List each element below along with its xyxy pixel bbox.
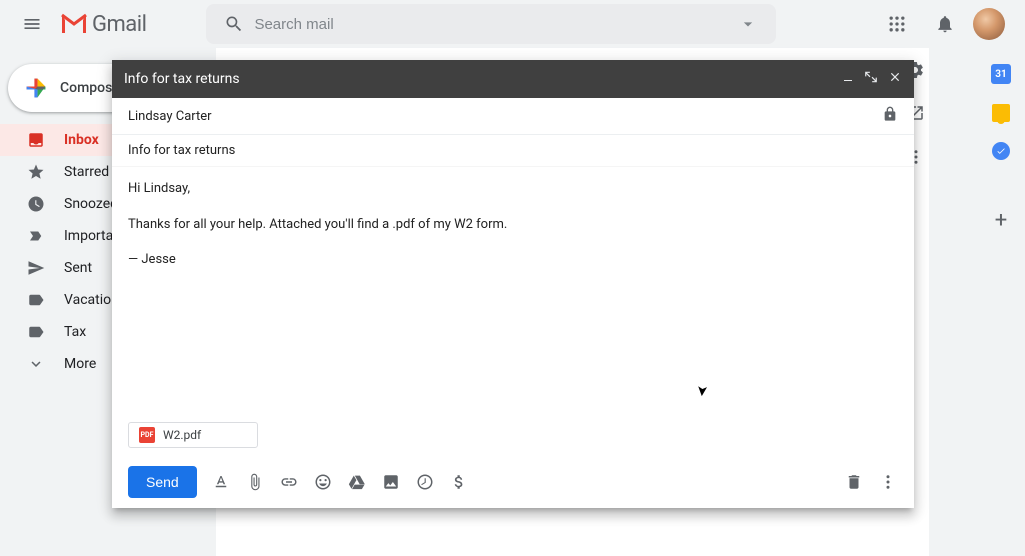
recipients-field[interactable]: Lindsay Carter xyxy=(112,98,914,135)
recipient-name: Lindsay Carter xyxy=(128,109,882,124)
compose-label: Compose xyxy=(60,80,120,96)
compose-toolbar: Send xyxy=(112,456,914,508)
plus-icon xyxy=(20,72,52,104)
side-panel: 31 + xyxy=(977,48,1025,556)
nav-label: Inbox xyxy=(64,132,99,148)
delete-icon[interactable] xyxy=(844,472,864,492)
calendar-addon[interactable]: 31 xyxy=(991,64,1011,84)
body-line: — Jesse xyxy=(128,250,898,270)
attachment-chip[interactable]: PDF W2.pdf xyxy=(128,422,258,448)
minimize-icon[interactable] xyxy=(842,71,854,87)
more-vert-icon[interactable] xyxy=(878,472,898,492)
compose-dialog: Info for tax returns Lindsay Carter Info… xyxy=(112,60,914,508)
account-avatar[interactable] xyxy=(973,8,1005,40)
nav-label: Vacation xyxy=(64,292,119,308)
subject-text: Info for tax returns xyxy=(128,143,235,158)
keep-addon[interactable] xyxy=(992,104,1010,122)
image-icon[interactable] xyxy=(381,472,401,492)
pdf-icon: PDF xyxy=(139,427,155,443)
drive-icon[interactable] xyxy=(347,472,367,492)
body-line: Hi Lindsay, xyxy=(128,179,898,199)
money-icon[interactable] xyxy=(449,472,469,492)
message-body[interactable]: Hi Lindsay, Thanks for all your help. At… xyxy=(112,167,914,422)
menu-button[interactable] xyxy=(8,0,56,48)
nav-label: Starred xyxy=(64,164,109,180)
lock-icon[interactable] xyxy=(882,106,898,126)
label-icon xyxy=(26,323,46,341)
confidential-icon[interactable] xyxy=(415,472,435,492)
link-icon[interactable] xyxy=(279,472,299,492)
formatting-icon[interactable] xyxy=(211,472,231,492)
sent-icon xyxy=(26,259,46,277)
search-input[interactable] xyxy=(254,16,728,33)
nav-label: Sent xyxy=(64,260,92,276)
send-button[interactable]: Send xyxy=(128,466,197,498)
tasks-addon[interactable] xyxy=(992,142,1010,160)
dialog-header[interactable]: Info for tax returns xyxy=(112,60,914,98)
important-icon xyxy=(26,227,46,245)
attachment-name: W2.pdf xyxy=(163,428,201,442)
close-icon[interactable] xyxy=(888,70,902,88)
add-addon-button[interactable]: + xyxy=(981,200,1021,240)
dialog-title: Info for tax returns xyxy=(124,71,842,87)
star-icon xyxy=(26,163,46,181)
attach-icon[interactable] xyxy=(245,472,265,492)
search-icon[interactable] xyxy=(214,14,254,34)
gmail-logo[interactable]: Gmail xyxy=(60,12,146,37)
inbox-icon xyxy=(26,131,46,149)
nav-label: Tax xyxy=(64,324,86,340)
notifications-icon[interactable] xyxy=(925,4,965,44)
nav-label: Snoozed xyxy=(64,196,118,212)
label-icon xyxy=(26,291,46,309)
fullscreen-exit-icon[interactable] xyxy=(864,70,878,88)
body-line: Thanks for all your help. Attached you'l… xyxy=(128,215,898,235)
chevron-down-icon xyxy=(26,355,46,373)
emoji-icon[interactable] xyxy=(313,472,333,492)
apps-icon[interactable] xyxy=(877,4,917,44)
logo-text: Gmail xyxy=(92,12,146,37)
subject-field[interactable]: Info for tax returns xyxy=(112,135,914,167)
nav-label: More xyxy=(64,356,96,372)
calendar-day: 31 xyxy=(995,69,1006,80)
search-options-dropdown[interactable] xyxy=(728,14,768,34)
search-bar[interactable] xyxy=(206,4,776,44)
clock-icon xyxy=(26,195,46,213)
